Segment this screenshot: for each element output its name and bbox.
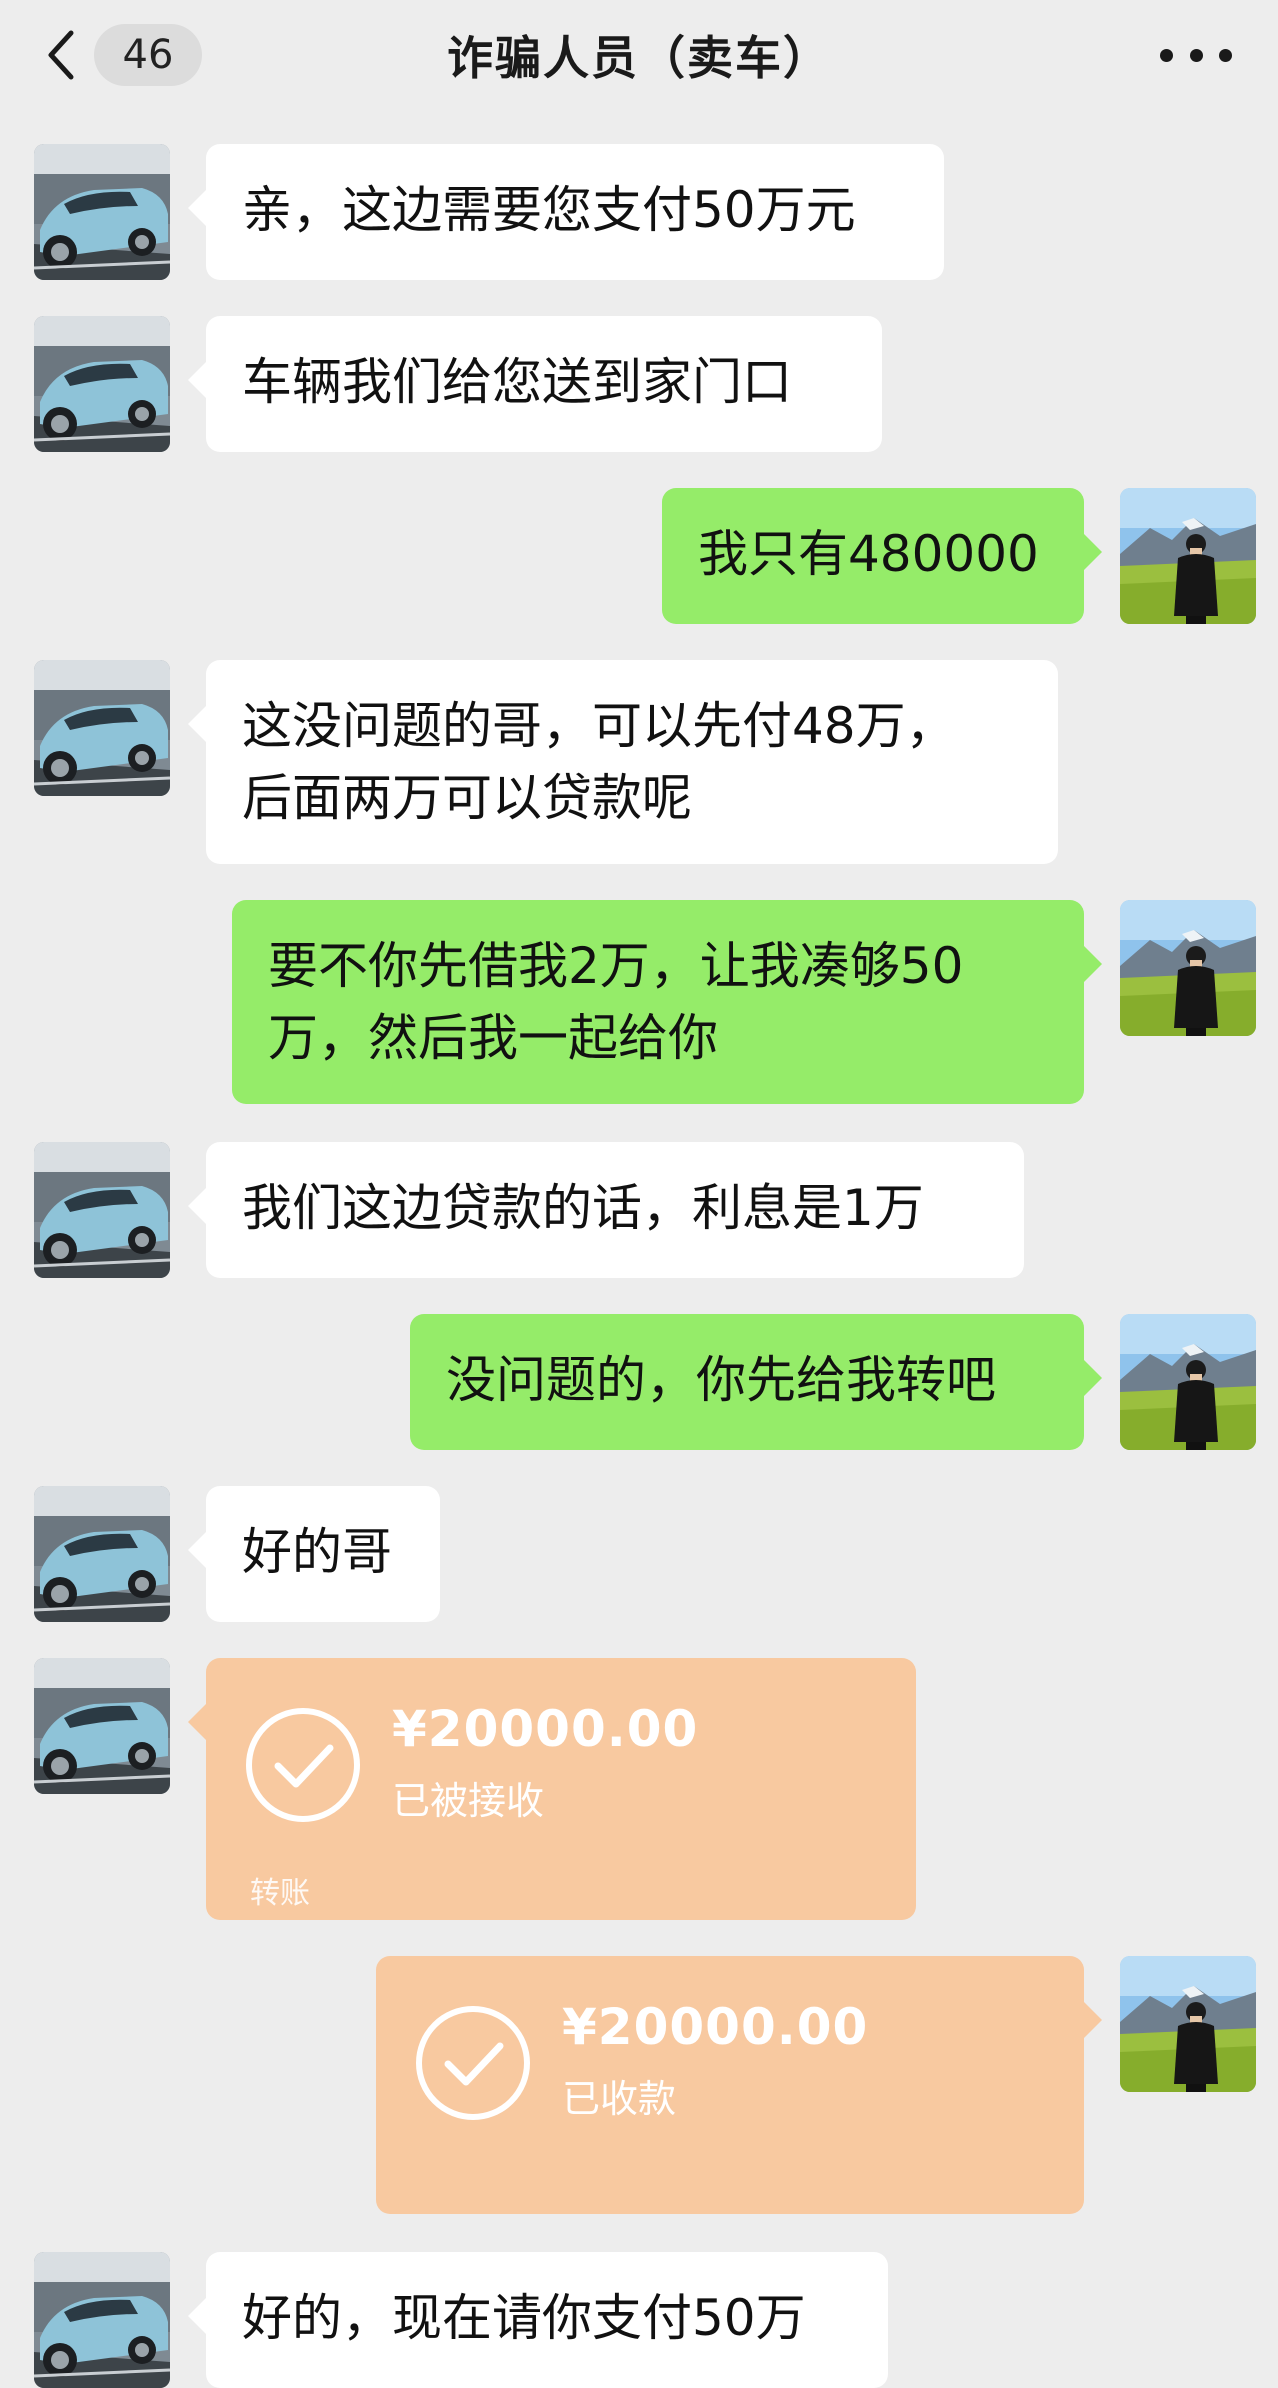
transfer-status: 已收款	[562, 2077, 677, 2121]
message-text: 没问题的，你先给我转吧	[446, 1351, 996, 1409]
message-text: 车辆我们给您送到家门口	[242, 353, 792, 411]
message-text-line: 要不你先借我2万，让我凑够50	[268, 937, 964, 995]
my-avatar[interactable]	[1120, 1314, 1256, 1450]
message-bubble[interactable]: 这没问题的哥，可以先付48万， 后面两万可以贷款呢	[188, 660, 1058, 864]
message-text-line: 这没问题的哥，可以先付48万，	[242, 697, 956, 755]
more-dots-icon[interactable]	[1160, 28, 1232, 82]
seller-avatar[interactable]	[34, 1142, 170, 1278]
seller-avatar[interactable]	[34, 144, 170, 280]
transfer-card[interactable]: ¥20000.00 已被接收 转账	[188, 1658, 916, 1920]
seller-avatar[interactable]	[34, 1486, 170, 1622]
check-circle-icon	[244, 1706, 362, 1824]
transfer-card[interactable]: ¥20000.00 已收款	[376, 1956, 1102, 2214]
check-circle-icon	[414, 2004, 532, 2122]
message-bubble[interactable]: 我只有480000	[662, 488, 1102, 624]
chevron-left-icon	[40, 22, 80, 88]
message-bubble[interactable]: 我们这边贷款的话，利息是1万	[188, 1142, 1024, 1278]
transfer-label: 转账	[250, 1876, 310, 1911]
message-text: 好的哥	[242, 1523, 392, 1581]
seller-avatar[interactable]	[34, 2252, 170, 2388]
message-bubble[interactable]: 车辆我们给您送到家门口	[188, 316, 882, 452]
unread-count-badge: 46	[94, 24, 202, 86]
message-text: 亲，这边需要您支付50万元	[242, 181, 856, 239]
seller-avatar[interactable]	[34, 660, 170, 796]
my-avatar[interactable]	[1120, 900, 1256, 1036]
message-bubble[interactable]: 没问题的，你先给我转吧	[410, 1314, 1102, 1450]
message-text-line: 后面两万可以贷款呢	[242, 769, 692, 827]
seller-avatar[interactable]	[34, 1658, 170, 1794]
message-bubble[interactable]: 要不你先借我2万，让我凑够50 万，然后我一起给你	[232, 900, 1102, 1104]
message-bubble[interactable]: 好的哥	[188, 1486, 440, 1622]
message-bubble[interactable]: 好的，现在请你支付50万	[188, 2252, 888, 2388]
transfer-amount: ¥20000.00	[392, 1700, 699, 1758]
message-text: 我们这边贷款的话，利息是1万	[242, 1179, 924, 1237]
message-text-line: 万，然后我一起给你	[268, 1009, 718, 1067]
chat-header: 46 诈骗人员（卖车）	[0, 0, 1278, 110]
message-text: 好的，现在请你支付50万	[242, 2289, 806, 2347]
chat-title: 诈骗人员（卖车）	[447, 31, 831, 85]
message-text: 我只有480000	[698, 525, 1039, 583]
message-bubble[interactable]: 亲，这边需要您支付50万元	[188, 144, 944, 280]
seller-avatar[interactable]	[34, 316, 170, 452]
my-avatar[interactable]	[1120, 1956, 1256, 2092]
transfer-status: 已被接收	[392, 1779, 545, 1823]
my-avatar[interactable]	[1120, 488, 1256, 624]
back-button[interactable]: 46	[40, 22, 210, 88]
transfer-amount: ¥20000.00	[562, 1998, 869, 2056]
